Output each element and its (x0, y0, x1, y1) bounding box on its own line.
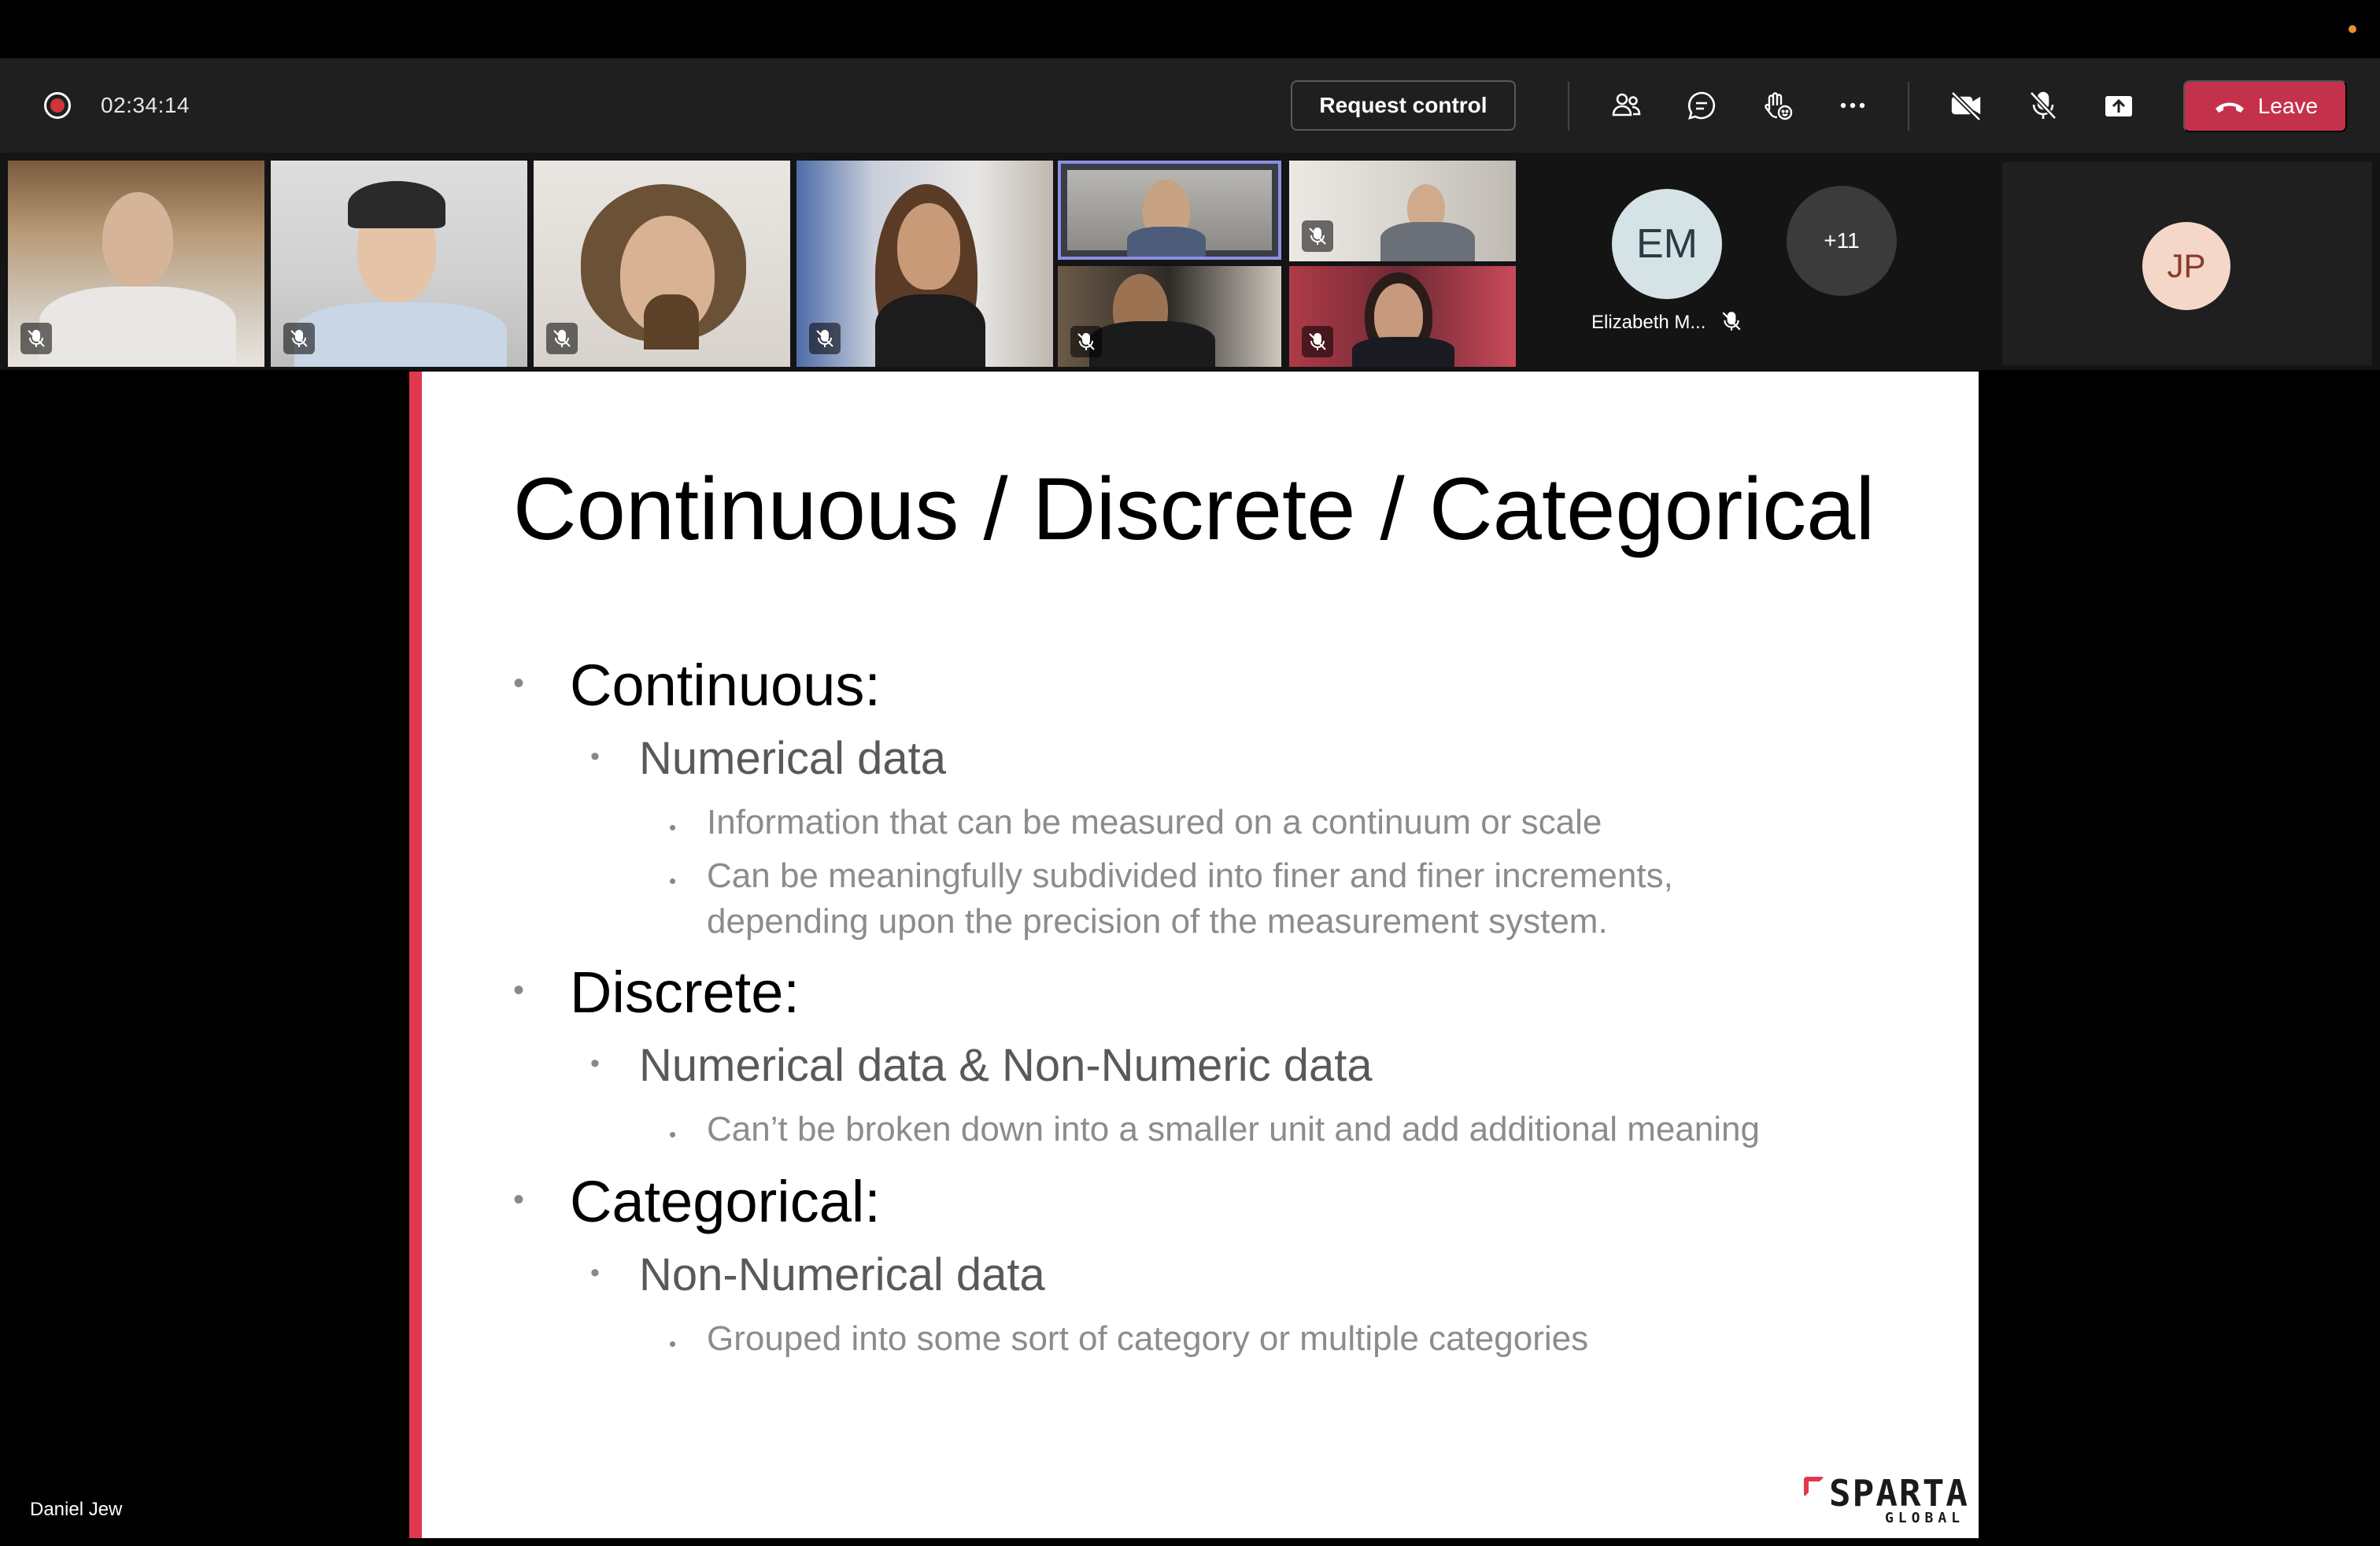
sparta-global-logo: SPARTA GLOBAL (1796, 1463, 1969, 1533)
toolbar-divider (1908, 82, 1909, 131)
point-text: Can’t be broken down into a smaller unit… (707, 1110, 1760, 1148)
active-speaker-video-tile[interactable] (1058, 161, 1281, 260)
bullet-sub: • Numerical data & Non-Numeric data (590, 1039, 1373, 1092)
avatar: JP (2142, 222, 2230, 310)
participant-figure (644, 294, 699, 350)
participant-video-tile[interactable] (1058, 266, 1281, 367)
logo-swoosh-icon (1804, 1477, 1824, 1497)
avatar[interactable]: EM (1612, 189, 1722, 299)
bullet-sub: • Numerical data (590, 732, 947, 785)
bullet-point: • Can be meaningfully subdivided into fin… (669, 853, 1824, 945)
participant-figure (1380, 222, 1475, 261)
meeting-toolbar: 02:34:14 Request control Leave (0, 58, 2380, 153)
sub-text: Non-Numerical data (639, 1249, 1045, 1300)
muted-mic-icon (1302, 220, 1333, 252)
muted-mic-icon (1302, 326, 1333, 357)
point-text: Can be meaningfully subdivided into fine… (707, 856, 1673, 941)
bullet-marker: • (669, 1332, 677, 1356)
bullet-marker: • (513, 1182, 525, 1217)
recording-indicator-icon (44, 92, 71, 119)
participant-figure (1127, 227, 1206, 257)
bullet-marker: • (513, 666, 525, 701)
logo-wordmark: SPARTA (1828, 1472, 1969, 1515)
muted-mic-icon (809, 323, 841, 354)
bullet-heading: • Continuous: (513, 652, 881, 719)
bullet-heading: • Categorical: (513, 1168, 881, 1235)
sub-text: Numerical data & Non-Numeric data (639, 1040, 1373, 1091)
participant-figure (897, 203, 960, 290)
logo-subtext: GLOBAL (1884, 1510, 1964, 1526)
muted-mic-icon (546, 323, 578, 354)
participant-figure (348, 181, 445, 228)
leave-label: Leave (2257, 94, 2319, 118)
react-icon[interactable] (1758, 87, 1796, 124)
participant-figure (294, 302, 507, 367)
share-tray-icon[interactable] (2100, 87, 2138, 124)
status-dot (2349, 25, 2356, 33)
heading-text: Continuous: (570, 653, 881, 718)
presentation-slide: Continuous / Discrete / Categorical • Con… (409, 372, 1979, 1538)
bullet-marker: • (669, 816, 677, 839)
heading-text: Discrete: (570, 960, 800, 1025)
participant-figure (1089, 321, 1215, 367)
mic-off-icon[interactable] (2024, 87, 2062, 124)
toolbar-divider (1568, 82, 1569, 131)
sub-text: Numerical data (639, 733, 947, 784)
participants-icon[interactable] (1607, 87, 1645, 124)
bullet-point: • Grouped into some sort of category or m… (669, 1316, 1887, 1362)
bullet-heading: • Discrete: (513, 959, 800, 1026)
more-options-icon[interactable] (1834, 87, 1872, 124)
bullet-point: • Can’t be broken down into a smaller uni… (669, 1107, 1887, 1152)
bullet-marker: • (590, 1049, 600, 1078)
participant-gallery: EM Elizabeth M... +11 JP (0, 153, 2380, 370)
muted-mic-icon (1722, 312, 1741, 331)
meeting-timer: 02:34:14 (101, 93, 190, 117)
muted-mic-icon (283, 323, 315, 354)
shared-screen: Continuous / Discrete / Categorical • Con… (8, 372, 2372, 1538)
window-title-bar (0, 0, 2380, 58)
bullet-marker: • (590, 1258, 600, 1288)
point-text: Grouped into some sort of category or mu… (707, 1319, 1589, 1358)
bullet-marker: • (590, 742, 600, 771)
self-view-tile[interactable]: JP (2002, 162, 2372, 365)
participant-video-tile[interactable] (1289, 266, 1516, 367)
participant-video-tile[interactable] (796, 161, 1053, 367)
slide-title: Continuous / Discrete / Categorical (512, 460, 1876, 558)
participant-video-tile[interactable] (534, 161, 790, 367)
participant-video-tile[interactable] (271, 161, 527, 367)
leave-button[interactable]: Leave (2183, 80, 2347, 132)
more-participants-button[interactable]: +11 (1787, 186, 1897, 296)
participant-figure (1352, 337, 1454, 367)
bullet-point: • Information that can be measured on a c… (669, 800, 1887, 845)
participant-video-tile[interactable] (1289, 161, 1516, 261)
heading-text: Categorical: (570, 1169, 881, 1234)
bullet-marker: • (669, 1123, 677, 1146)
participant-figure (875, 294, 985, 367)
bullet-marker: • (669, 869, 677, 893)
bullet-marker: • (513, 973, 525, 1008)
chat-icon[interactable] (1683, 87, 1720, 124)
participant-name: Elizabeth M... (1591, 312, 1706, 333)
participant-figure (102, 192, 173, 287)
request-control-button[interactable]: Request control (1291, 80, 1516, 131)
camera-off-icon[interactable] (1947, 87, 1985, 124)
hang-up-icon (2215, 102, 2244, 113)
point-text: Information that can be measured on a co… (707, 803, 1602, 841)
participant-video-tile[interactable] (8, 161, 264, 367)
presenter-name: Daniel Jew (30, 1499, 123, 1520)
muted-mic-icon (1070, 326, 1102, 357)
muted-mic-icon (20, 323, 52, 354)
bullet-sub: • Non-Numerical data (590, 1248, 1045, 1301)
participant-figure (39, 287, 236, 367)
